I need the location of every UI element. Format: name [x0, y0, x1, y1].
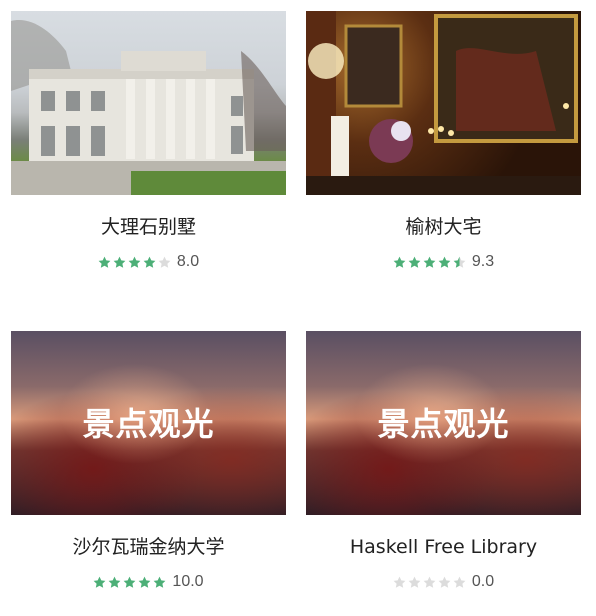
placeholder-caption: 景点观光 [82, 405, 215, 443]
star-rating: 0.0 [306, 573, 581, 591]
attraction-title[interactable]: 榆树大宅 [306, 215, 581, 239]
star-full-icon [143, 256, 156, 268]
star-rating: 10.0 [11, 573, 286, 591]
placeholder-caption: 景点观光 [377, 405, 510, 443]
star-full-icon [438, 256, 451, 268]
rating-score: 9.3 [471, 253, 495, 270]
star-full-icon [423, 256, 436, 268]
star-empty-icon [408, 576, 421, 588]
star-full-icon [393, 256, 406, 268]
attraction-photo-the-elms[interactable] [306, 11, 581, 195]
placeholder-image[interactable]: 景点观光 [11, 331, 286, 515]
rating-score: 8.0 [176, 253, 200, 270]
attraction-card[interactable]: 景点观光 Haskell Free Library 0.0 [306, 331, 581, 591]
star-full-icon [98, 256, 111, 268]
star-half-icon [453, 256, 466, 268]
rating-score: 10.0 [172, 573, 204, 590]
star-full-icon [113, 256, 126, 268]
star-empty-icon [393, 576, 406, 588]
interior-illustration [306, 11, 581, 195]
star-full-icon [154, 576, 166, 588]
star-full-icon [94, 576, 106, 588]
rating-score: 0.0 [471, 573, 495, 590]
star-full-icon [124, 576, 136, 588]
attraction-title[interactable]: Haskell Free Library [306, 535, 581, 559]
star-empty-icon [438, 576, 451, 588]
star-full-icon [139, 576, 151, 588]
star-rating: 9.3 [306, 253, 581, 271]
attraction-card[interactable]: 榆树大宅 9.3 [306, 11, 581, 271]
star-empty-icon [453, 576, 466, 588]
mansion-illustration [11, 20, 286, 195]
attraction-card[interactable]: 大理石别墅 8.0 [11, 11, 286, 271]
attraction-title[interactable]: 大理石别墅 [11, 215, 286, 239]
star-full-icon [408, 256, 421, 268]
attraction-photo-marble-house[interactable] [11, 11, 286, 195]
placeholder-image[interactable]: 景点观光 [306, 331, 581, 515]
star-empty-icon [423, 576, 436, 588]
star-full-icon [109, 576, 121, 588]
attraction-title[interactable]: 沙尔瓦瑞金纳大学 [11, 535, 286, 559]
star-rating: 8.0 [11, 253, 286, 271]
attraction-card[interactable]: 景点观光 沙尔瓦瑞金纳大学 10.0 [11, 331, 286, 591]
star-empty-icon [158, 256, 171, 268]
star-full-icon [128, 256, 141, 268]
